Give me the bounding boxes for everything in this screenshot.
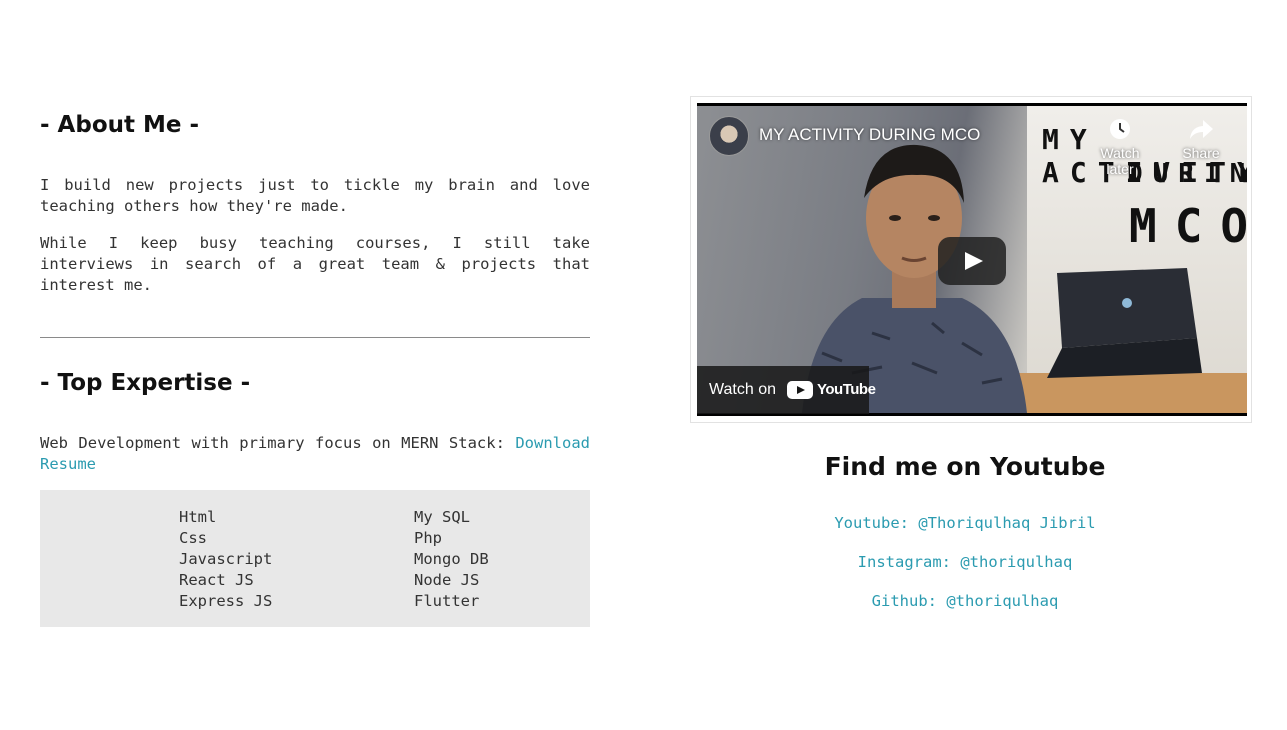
- skill-item: Node JS: [414, 571, 480, 589]
- youtube-section-heading: Find me on Youtube: [824, 452, 1106, 481]
- skill-item: Php: [414, 529, 442, 547]
- expertise-intro: Web Development with primary focus on ME…: [40, 433, 590, 475]
- youtube-link[interactable]: Youtube: @Thoriqulhaq Jibril: [834, 514, 1095, 532]
- skills-box: Html Css Javascript React JS Express JS …: [40, 490, 590, 627]
- section-divider: [40, 337, 590, 338]
- skill-item: Express JS: [179, 592, 273, 610]
- instagram-link[interactable]: Instagram: @thoriqulhaq: [858, 553, 1073, 571]
- expertise-intro-text: Web Development with primary focus on ME…: [40, 434, 505, 452]
- play-icon[interactable]: [938, 237, 1006, 285]
- youtube-logo-text: YouTube: [817, 381, 876, 398]
- skill-item: Html: [179, 508, 217, 526]
- about-paragraph-2: While I keep busy teaching courses, I st…: [40, 234, 590, 294]
- skill-item: React JS: [179, 571, 254, 589]
- about-paragraph-1: I build new projects just to tickle my b…: [40, 176, 590, 215]
- video-embed-frame: MY ACTIVITY DURING MCO MY ACTIVITY DURIN…: [690, 96, 1252, 423]
- about-heading: - About Me -: [40, 112, 200, 138]
- skill-item: Css: [179, 529, 207, 547]
- expertise-heading: - Top Expertise -: [40, 370, 251, 396]
- youtube-logo-icon: [787, 381, 813, 399]
- share-button[interactable]: Share: [1177, 117, 1225, 161]
- watch-on-youtube-button[interactable]: Watch on YouTube: [697, 366, 876, 414]
- thumbnail-laptop: [1047, 268, 1202, 378]
- thumbnail-text-line-3: MCO: [1129, 199, 1247, 253]
- skills-column-2: My SQL Php Mongo DB Node JS Flutter: [414, 507, 489, 612]
- github-link-row: Github: @thoriqulhaq: [690, 592, 1240, 610]
- thumbnail-desk: [1017, 373, 1247, 413]
- watch-on-label: Watch on: [709, 381, 776, 398]
- skill-item: Javascript: [179, 550, 273, 568]
- video-title[interactable]: MY ACTIVITY DURING MCO: [759, 125, 980, 145]
- instagram-link-row: Instagram: @thoriqulhaq: [690, 553, 1240, 571]
- github-link[interactable]: Github: @thoriqulhaq: [872, 592, 1059, 610]
- skills-column-1: Html Css Javascript React JS Express JS: [179, 507, 272, 612]
- skill-item: Mongo DB: [414, 550, 489, 568]
- youtube-link-row: Youtube: @Thoriqulhaq Jibril: [690, 514, 1240, 532]
- clock-icon: [1110, 119, 1130, 139]
- watch-later-button[interactable]: Watch later: [1085, 117, 1155, 177]
- channel-avatar[interactable]: [709, 116, 749, 156]
- watch-later-label: Watch later: [1100, 145, 1140, 177]
- skill-item: My SQL: [414, 508, 470, 526]
- share-label: Share: [1182, 145, 1220, 161]
- share-arrow-icon: [1190, 120, 1213, 139]
- skill-item: Flutter: [414, 592, 480, 610]
- youtube-video-player[interactable]: MY ACTIVITY DURING MCO MY ACTIVITY DURIN…: [697, 103, 1247, 416]
